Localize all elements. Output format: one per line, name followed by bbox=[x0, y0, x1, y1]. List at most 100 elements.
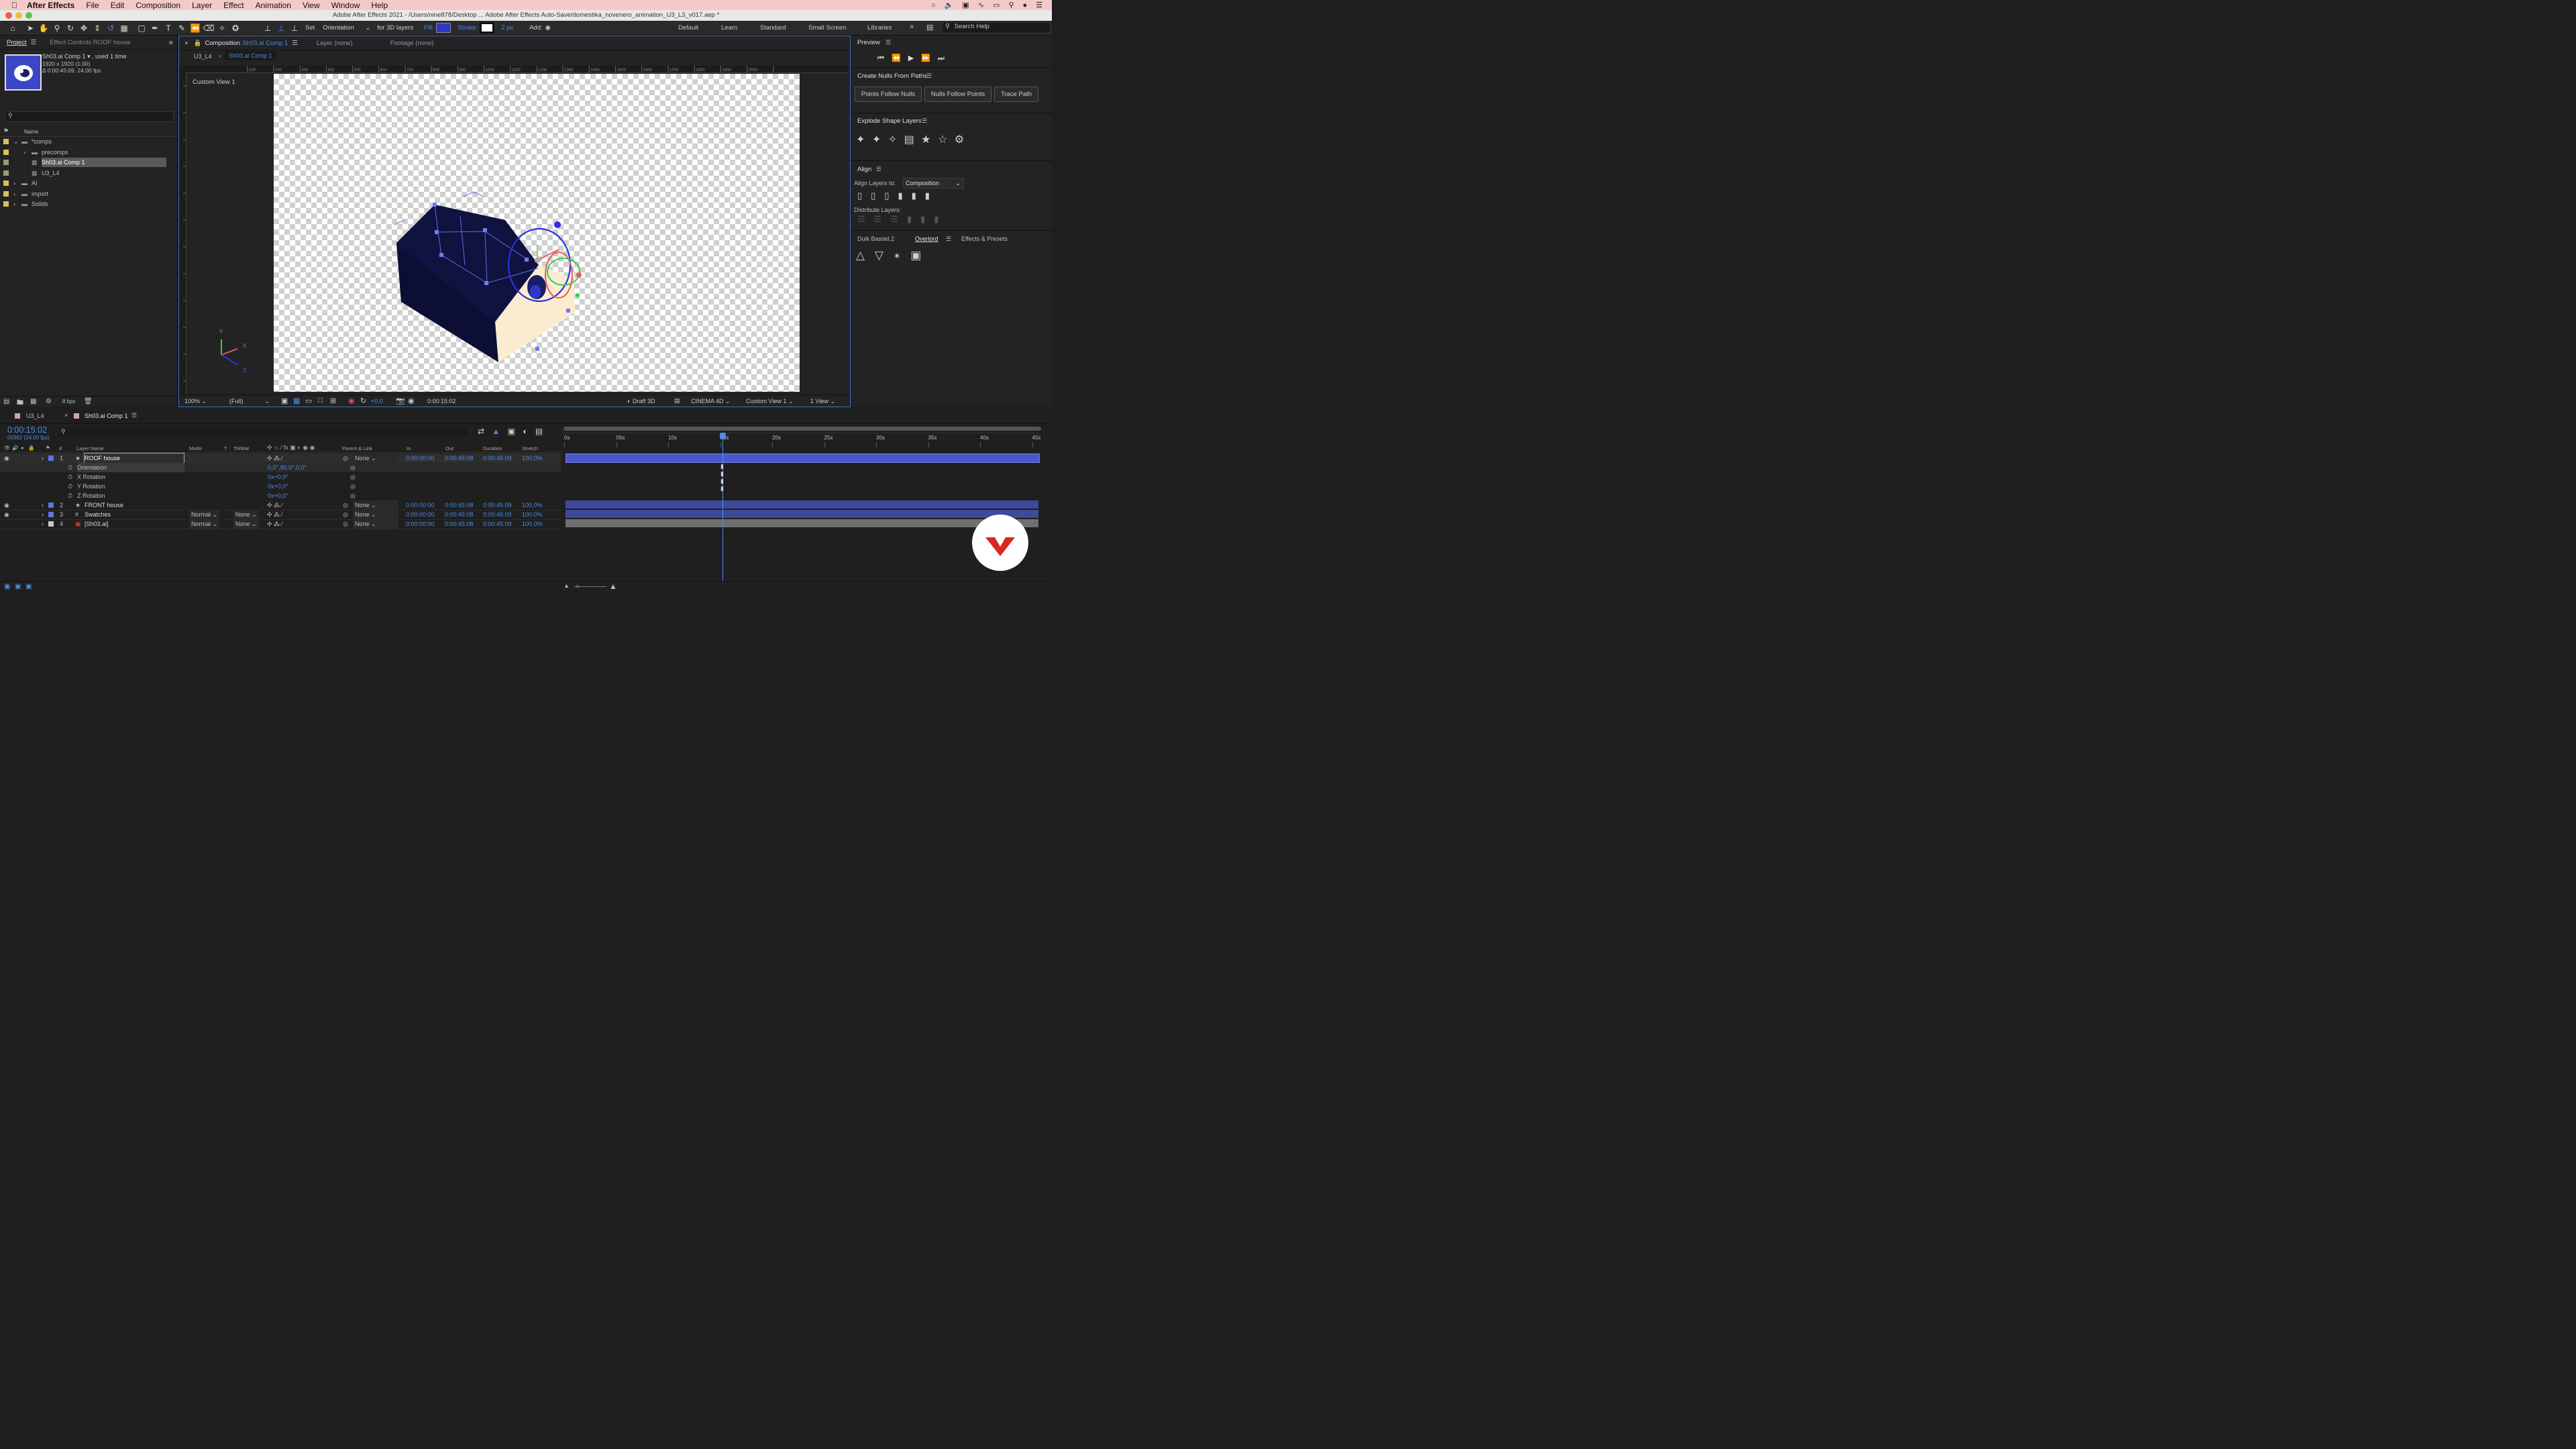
distribute-vcenter-icon[interactable]: ☰ bbox=[874, 214, 891, 224]
project-item[interactable]: › ▬ AI bbox=[0, 178, 176, 188]
workspace-small-screen[interactable]: Small Screen bbox=[808, 24, 847, 32]
breadcrumb-u3-l4[interactable]: U3_L4 bbox=[194, 53, 212, 60]
ai-to-shape-icon[interactable]: ✧ bbox=[888, 134, 897, 146]
property-row[interactable]: ⏱ X Rotation 0x+0,0° ◎ bbox=[0, 472, 561, 482]
workspace-default[interactable]: Default bbox=[678, 24, 698, 32]
expression-pickwhip-icon[interactable]: ◎ bbox=[350, 491, 356, 500]
track-matte-select[interactable]: None ⌄ bbox=[233, 510, 259, 519]
layer-label-color[interactable] bbox=[48, 521, 54, 527]
orbit-camera-icon[interactable]: ↻ bbox=[64, 23, 77, 33]
expression-pickwhip-icon[interactable]: ◎ bbox=[350, 463, 356, 472]
name-column-header[interactable]: Name bbox=[24, 129, 38, 135]
draft-3d-toggle[interactable]: ◐ Draft 3D bbox=[627, 398, 655, 405]
set-orientation-select[interactable]: Orientation ⌄ bbox=[323, 24, 370, 32]
previous-frame-icon[interactable]: ⏪ bbox=[892, 54, 901, 62]
timeline-timecode[interactable]: 0:00:15:02 bbox=[7, 425, 47, 435]
menu-edit[interactable]: Edit bbox=[111, 1, 125, 10]
label-tag-icon[interactable]: ⚑ bbox=[3, 127, 9, 135]
timeline-search-input[interactable]: ⚲ bbox=[58, 428, 468, 437]
blend-mode-select[interactable]: Normal ⌄ bbox=[189, 519, 220, 529]
selection-tool-icon[interactable]: ➤ bbox=[23, 23, 37, 33]
stopwatch-icon[interactable]: ⏱ bbox=[68, 482, 72, 491]
audio-switch-icon[interactable]: 🔊 bbox=[12, 445, 18, 451]
airplay-icon[interactable]: ▭ bbox=[993, 1, 1000, 9]
project-tab[interactable]: Project bbox=[7, 39, 27, 46]
out-column-header[interactable]: Out bbox=[445, 445, 453, 451]
layer-duration[interactable]: 0:00:45:09 bbox=[483, 500, 512, 510]
footage-tab[interactable]: Footage (none) bbox=[390, 40, 434, 47]
roto-brush-icon[interactable]: ✧ bbox=[215, 23, 229, 33]
close-window-button[interactable] bbox=[5, 12, 12, 19]
align-to-select[interactable]: Composition ⌄ bbox=[903, 178, 964, 189]
breadcrumb-sh03-comp[interactable]: Sh03.ai Comp 1 bbox=[225, 51, 276, 60]
layer-in-time[interactable]: 0:00:00:00 bbox=[406, 510, 435, 519]
tab-duik-bassel[interactable]: Duik Bassel.2 bbox=[857, 235, 894, 242]
panel-menu-icon[interactable]: ☰ bbox=[885, 39, 891, 46]
chevron-right-icon[interactable]: › bbox=[23, 148, 25, 157]
battery-icon[interactable]: ▣ bbox=[962, 1, 969, 9]
zoom-tool-icon[interactable]: ⚲ bbox=[50, 23, 64, 33]
lock-switch-icon[interactable]: 🔒 bbox=[28, 445, 34, 451]
shy-layers-icon[interactable]: ▣ bbox=[508, 427, 515, 436]
parent-column-header[interactable]: Parent & Link bbox=[342, 445, 372, 451]
comp-flowchart-icon[interactable]: ⇄ bbox=[478, 427, 484, 436]
project-item[interactable]: ⌄ ▬ *comps bbox=[0, 137, 176, 146]
graph-editor-icon[interactable]: ▤ bbox=[535, 427, 543, 436]
property-value[interactable]: 0,0°,90,0°,0,0° bbox=[268, 463, 307, 472]
mode-column-header[interactable]: Mode bbox=[189, 445, 202, 451]
project-item[interactable]: › ▬ precomps bbox=[0, 148, 176, 157]
modes-toggle-icon[interactable]: ▣ bbox=[15, 583, 21, 590]
volume-icon[interactable]: 🔈 bbox=[945, 1, 954, 9]
stopwatch-icon[interactable]: ⏱ bbox=[68, 472, 72, 482]
panel-menu-icon[interactable]: ☰ bbox=[31, 39, 37, 46]
workspace-learn[interactable]: Learn bbox=[721, 24, 737, 32]
label-color-chip[interactable] bbox=[3, 160, 9, 165]
composition-tab-name[interactable]: Sh03.ai Comp 1 bbox=[242, 40, 288, 47]
layer-bar-1[interactable] bbox=[566, 453, 1040, 463]
spotlight-search-icon[interactable]: ⚲ bbox=[1008, 1, 1014, 9]
lock-icon[interactable]: 🔒 bbox=[194, 40, 202, 47]
layer-out-time[interactable]: 0:00:45:08 bbox=[445, 453, 474, 463]
layer-stretch[interactable]: 100,0% bbox=[522, 510, 543, 519]
menu-effect[interactable]: Effect bbox=[223, 1, 244, 10]
roi-icon[interactable]: □ bbox=[318, 396, 323, 405]
eraser-tool-icon[interactable]: ⌫ bbox=[202, 23, 215, 33]
menu-file[interactable]: File bbox=[86, 1, 99, 10]
comp-canvas[interactable] bbox=[274, 74, 800, 392]
fast-previews-icon[interactable]: ▣ bbox=[281, 396, 288, 405]
solo-switch-icon[interactable]: ● bbox=[21, 445, 24, 451]
workspace-standard[interactable]: Standard bbox=[760, 24, 786, 32]
in-column-header[interactable]: In bbox=[407, 445, 411, 451]
pull-from-ai-icon[interactable]: ▽ bbox=[875, 249, 883, 262]
panel-menu-icon[interactable]: ☰ bbox=[946, 235, 951, 243]
layer-stretch[interactable]: 100,0% bbox=[522, 500, 543, 510]
type-tool-icon[interactable]: T bbox=[162, 23, 175, 33]
layer-tab[interactable]: Layer (none) bbox=[317, 40, 353, 47]
panel-menu-icon[interactable]: ☰ bbox=[131, 412, 137, 419]
current-time-display[interactable]: 0:00:15:02 bbox=[427, 398, 456, 405]
chevron-right-icon[interactable]: › bbox=[13, 189, 15, 199]
label-color-chip[interactable] bbox=[3, 191, 9, 197]
menu-composition[interactable]: Composition bbox=[136, 1, 180, 10]
more-workspaces-icon[interactable]: » bbox=[910, 23, 914, 31]
layer-stretch[interactable]: 100,0% bbox=[522, 519, 543, 529]
merge-shapes-icon[interactable]: ▤ bbox=[904, 134, 914, 146]
tab-u3-l4[interactable]: U3_L4 bbox=[26, 413, 44, 419]
parent-pickwhip-icon[interactable]: ◎ bbox=[343, 510, 348, 519]
panel-menu-icon[interactable]: ☰ bbox=[876, 166, 881, 173]
layer-row[interactable]: ◉ › 2 ★ FRONT house ✣ ⁂ ∕ ◎ None ⌄ 0:00:00:00 0:0… bbox=[0, 500, 561, 511]
minimize-window-button[interactable] bbox=[15, 12, 22, 19]
project-search-input[interactable]: ⚲ bbox=[5, 111, 174, 122]
layer-out-time[interactable]: 0:00:45:08 bbox=[445, 519, 474, 529]
trkmat-column-header[interactable]: TrkMat bbox=[233, 445, 249, 451]
distribute-left-icon[interactable]: ▮ bbox=[907, 214, 920, 224]
home-icon[interactable]: ⌂ bbox=[6, 23, 19, 33]
layer-name[interactable]: FRONT house bbox=[85, 500, 123, 510]
parent-select[interactable]: None ⌄ bbox=[353, 510, 398, 519]
parent-select[interactable]: None ⌄ bbox=[353, 453, 398, 463]
visibility-eye-icon[interactable]: ◉ bbox=[4, 500, 9, 510]
project-item[interactable]: ▦ U3_L4 bbox=[0, 168, 176, 178]
duration-column-header[interactable]: Duration bbox=[483, 445, 502, 451]
stretch-column-header[interactable]: Stretch bbox=[522, 445, 538, 451]
camera-view-select[interactable]: Custom View 1 ⌄ bbox=[746, 398, 793, 405]
